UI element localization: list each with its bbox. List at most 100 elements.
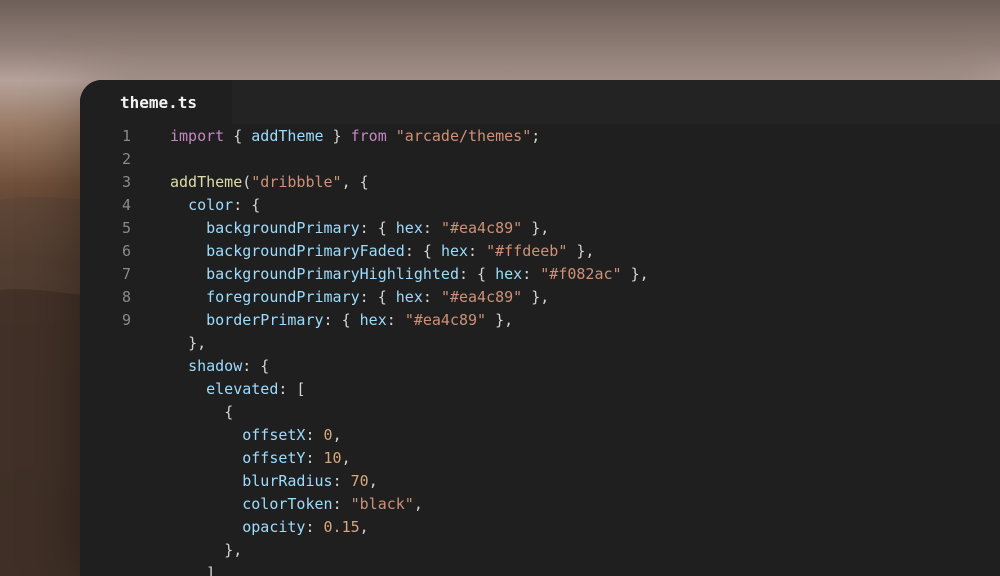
code-token: , <box>332 426 342 444</box>
code-token: 70 <box>350 472 369 490</box>
code-token: : <box>522 265 541 283</box>
code-line: import { addTheme } from "arcade/themes"… <box>170 125 649 148</box>
code-area[interactable]: 1 2 3 4 5 6 7 8 9 import { addTheme } fr… <box>80 124 1000 576</box>
code-line: backgroundPrimaryHighlighted: { hex: "#f… <box>170 263 649 286</box>
line-number: 7 <box>122 265 132 283</box>
code-token: "#f082ac" <box>540 265 622 283</box>
code-line: }, <box>170 332 649 355</box>
code-token: : <box>305 518 324 536</box>
code-line: colorToken: "black", <box>170 493 649 516</box>
line-number: 2 <box>122 150 132 168</box>
code-token: , <box>359 518 369 536</box>
code-token: : [ <box>278 380 306 398</box>
code-token: foregroundPrimary <box>206 288 360 306</box>
code-token: offsetY <box>242 449 306 467</box>
tab-bar: theme.ts <box>80 80 1000 124</box>
code-token: , <box>368 472 378 490</box>
code-lines: import { addTheme } from "arcade/themes"… <box>170 125 649 576</box>
code-token: from <box>350 127 387 145</box>
code-token: }, <box>522 288 550 306</box>
tab-theme-ts[interactable]: theme.ts <box>80 80 232 124</box>
code-token: import <box>170 127 225 145</box>
code-token: 0.15 <box>323 518 360 536</box>
line-number: 9 <box>122 311 132 329</box>
code-token: "arcade/themes" <box>395 127 532 145</box>
code-token: } <box>323 127 351 145</box>
line-number: 6 <box>122 242 132 260</box>
code-token: hex <box>495 265 523 283</box>
code-line: offsetY: 10, <box>170 447 649 470</box>
code-line: elevated: [ <box>170 378 649 401</box>
code-token: backgroundPrimaryHighlighted <box>206 265 459 283</box>
code-token: backgroundPrimary <box>206 219 360 237</box>
code-token: "#ffdeeb" <box>486 242 568 260</box>
line-number-gutter: 1 2 3 4 5 6 7 8 9 <box>80 125 150 332</box>
code-token: : { <box>242 357 270 375</box>
code-token: hex <box>359 311 387 329</box>
code-token: color <box>188 196 234 214</box>
code-line: backgroundPrimaryFaded: { hex: "#ffdeeb"… <box>170 240 649 263</box>
code-token: : <box>468 242 487 260</box>
code-line: blurRadius: 70, <box>170 470 649 493</box>
code-token: colorToken <box>242 495 333 513</box>
code-token: : { <box>323 311 360 329</box>
code-token: { <box>224 127 252 145</box>
code-token: : { <box>359 219 396 237</box>
code-token: : <box>422 288 441 306</box>
code-token: : <box>422 219 441 237</box>
code-token: }, <box>224 541 243 559</box>
code-token: "#ea4c89" <box>440 288 523 306</box>
code-token: }, <box>621 265 649 283</box>
code-token: : <box>305 449 324 467</box>
code-token: }, <box>567 242 595 260</box>
code-line: { <box>170 401 649 424</box>
code-token: hex <box>395 219 423 237</box>
code-token: backgroundPrimaryFaded <box>206 242 405 260</box>
code-token: "black" <box>350 495 414 513</box>
line-number: 8 <box>122 288 132 306</box>
code-line: borderPrimary: { hex: "#ea4c89" }, <box>170 309 649 332</box>
code-line: opacity: 0.15, <box>170 516 649 539</box>
line-number: 5 <box>122 219 132 237</box>
code-token: : <box>386 311 405 329</box>
code-token: hex <box>395 288 423 306</box>
code-token: shadow <box>188 357 243 375</box>
code-token: , <box>341 449 351 467</box>
line-number: 1 <box>122 127 132 145</box>
code-token: opacity <box>242 518 306 536</box>
code-line: offsetX: 0, <box>170 424 649 447</box>
code-token: : { <box>459 265 496 283</box>
code-token: addTheme <box>170 173 243 191</box>
code-token: ; <box>531 127 541 145</box>
code-token: : <box>305 426 324 444</box>
code-token: , { <box>341 173 369 191</box>
code-token: : <box>332 495 351 513</box>
line-number: 4 <box>122 196 132 214</box>
code-line: }, <box>170 539 649 562</box>
code-line: foregroundPrimary: { hex: "#ea4c89" }, <box>170 286 649 309</box>
code-token: "dribbble" <box>251 173 342 191</box>
code-token: 0 <box>323 426 333 444</box>
code-editor-window: theme.ts 1 2 3 4 5 6 7 8 9 import { addT… <box>80 80 1000 576</box>
code-token: blurRadius <box>242 472 333 490</box>
code-token: : { <box>233 196 261 214</box>
code-line: ] <box>170 562 649 576</box>
line-number: 3 <box>122 173 132 191</box>
code-token: offsetX <box>242 426 306 444</box>
code-token: "#ea4c89" <box>440 219 523 237</box>
code-token: , <box>413 495 423 513</box>
code-token: addTheme <box>251 127 324 145</box>
code-token: ] <box>206 564 216 576</box>
code-token: : <box>332 472 351 490</box>
code-token: "#ea4c89" <box>404 311 487 329</box>
code-token: : { <box>404 242 441 260</box>
code-token: }, <box>188 334 207 352</box>
code-token: ( <box>242 173 252 191</box>
code-token: 10 <box>323 449 342 467</box>
code-token: }, <box>486 311 514 329</box>
code-token: { <box>224 403 234 421</box>
code-token: borderPrimary <box>206 311 324 329</box>
code-token: }, <box>522 219 550 237</box>
tab-label: theme.ts <box>120 92 198 112</box>
